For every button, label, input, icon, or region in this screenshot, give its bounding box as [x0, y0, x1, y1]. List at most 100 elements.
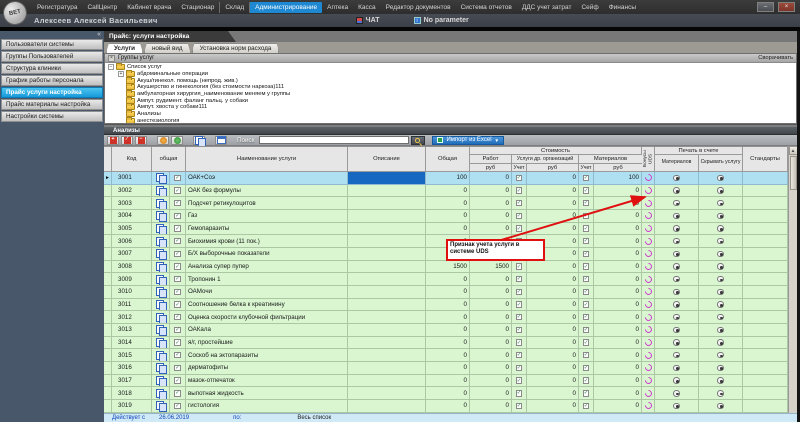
cell-standards[interactable] [743, 336, 788, 350]
print-materials-radio[interactable] [655, 210, 699, 223]
parameter-indicator[interactable]: i No parameter [413, 17, 469, 24]
row-selector[interactable] [104, 286, 112, 299]
row-selector[interactable] [104, 387, 112, 401]
uds-bonus-toggle[interactable] [642, 184, 655, 198]
hide-service-radio[interactable] [699, 172, 743, 185]
cell-total-cost[interactable]: 0 [426, 374, 470, 388]
menu-item[interactable]: Администрирование [249, 1, 323, 13]
cell-org-cost[interactable]: 0 [527, 374, 579, 388]
common-checkbox[interactable] [170, 172, 186, 185]
org-account-checkbox[interactable] [512, 184, 527, 198]
print-materials-radio[interactable] [655, 273, 699, 287]
uds-bonus-toggle[interactable] [642, 273, 655, 287]
collapse-node-icon[interactable]: − [108, 64, 114, 71]
chat-button[interactable]: ЧАТ [355, 17, 380, 24]
menu-item[interactable]: Стационар [176, 2, 219, 13]
common-checkbox[interactable] [170, 197, 186, 211]
cell-org-cost[interactable]: 0 [527, 184, 579, 198]
cell-description[interactable] [348, 400, 426, 413]
cell-org-cost[interactable]: 0 [527, 349, 579, 363]
cell-materials-cost[interactable]: 0 [594, 374, 642, 388]
header-standards[interactable]: Стандарты [743, 147, 788, 172]
cell-description[interactable] [348, 387, 426, 401]
row-selector[interactable] [104, 336, 112, 350]
sidebar-item[interactable]: Прайс услуги настройка [1, 87, 103, 98]
hide-service-radio[interactable] [699, 286, 743, 299]
common-checkbox[interactable] [170, 210, 186, 223]
cell-description[interactable] [348, 298, 426, 312]
table-row[interactable]: 3015 Соскоб на эктопаразиты 0 0 0 0 [104, 349, 788, 363]
cell-code[interactable]: 3005 [112, 222, 152, 236]
org-account-checkbox[interactable] [512, 349, 527, 363]
cell-service-name[interactable]: Тропонин 1 [186, 273, 348, 287]
common-checkbox[interactable] [170, 362, 186, 375]
print-materials-radio[interactable] [655, 298, 699, 312]
cell-total-cost[interactable]: 0 [426, 286, 470, 299]
header-org-services[interactable]: Услуги др. организаций Учет руб [512, 155, 579, 172]
cell-description[interactable] [348, 286, 426, 299]
grid-view-button[interactable] [215, 135, 227, 145]
print-materials-radio[interactable] [655, 374, 699, 388]
import-excel-button[interactable]: Импорт из Excel ▼ [432, 135, 505, 145]
print-materials-radio[interactable] [655, 387, 699, 401]
row-selector[interactable] [104, 248, 112, 261]
sidebar-item[interactable]: Прайс материалы настройка [1, 99, 103, 110]
header-uds-bonus[interactable]: Бонусы UDS [642, 147, 655, 172]
sidebar-item[interactable]: Настройки системы [1, 111, 103, 122]
menu-item[interactable]: Касса [353, 2, 381, 13]
panel-tab[interactable]: новый вид [144, 43, 191, 53]
cell-materials-cost[interactable]: 0 [594, 210, 642, 223]
uds-bonus-toggle[interactable] [642, 235, 655, 249]
cell-materials-cost[interactable]: 0 [594, 235, 642, 249]
cell-code[interactable]: 3014 [112, 336, 152, 350]
cell-standards[interactable] [743, 222, 788, 236]
materials-account-checkbox[interactable] [579, 197, 594, 211]
common-checkbox[interactable] [170, 336, 186, 350]
cell-service-name[interactable]: Оценка скорости клубочной фильтрации [186, 311, 348, 325]
org-account-checkbox[interactable] [512, 197, 527, 211]
vertical-scrollbar[interactable]: ▲ [788, 146, 797, 413]
cell-service-name[interactable]: Подсчет ретикулоцитов [186, 197, 348, 211]
uds-bonus-toggle[interactable] [642, 197, 655, 211]
service-copy-icon[interactable] [152, 222, 170, 236]
row-selector[interactable] [104, 235, 112, 249]
cell-description[interactable] [348, 210, 426, 223]
menu-item[interactable]: Регистратура [32, 2, 82, 13]
cell-standards[interactable] [743, 172, 788, 185]
org-account-checkbox[interactable] [512, 210, 527, 223]
cell-standards[interactable] [743, 184, 788, 198]
row-selector[interactable] [104, 197, 112, 211]
header-code[interactable]: Код [112, 147, 152, 172]
uds-bonus-toggle[interactable] [642, 222, 655, 236]
org-account-checkbox[interactable] [512, 172, 527, 185]
materials-account-checkbox[interactable] [579, 184, 594, 198]
tree-item[interactable]: + абдоминальные операции [108, 70, 796, 78]
cell-org-cost[interactable]: 0 [527, 172, 579, 185]
cell-code[interactable]: 3015 [112, 349, 152, 363]
cell-org-cost[interactable]: 0 [527, 324, 579, 337]
tree-root-item[interactable]: − Список услуг [108, 63, 796, 71]
cell-total-cost[interactable]: 0 [426, 387, 470, 401]
cell-description[interactable] [348, 235, 426, 249]
cell-org-cost[interactable]: 0 [527, 336, 579, 350]
cell-service-name[interactable]: Анализа супер пупер [186, 260, 348, 274]
cell-description[interactable] [348, 197, 426, 211]
tree-item[interactable]: + Акуш/гинекол. помощь (непрод. жив.) [108, 76, 796, 84]
uds-bonus-toggle[interactable] [642, 260, 655, 274]
sidebar-item[interactable]: Пользователи системы [1, 39, 103, 50]
cell-materials-cost[interactable]: 0 [594, 324, 642, 337]
row-selector[interactable] [104, 311, 112, 325]
valid-to-label[interactable]: по: [233, 415, 241, 421]
cell-work-cost[interactable]: 0 [470, 273, 512, 287]
cell-total-cost[interactable]: 0 [426, 311, 470, 325]
org-account-checkbox[interactable] [512, 260, 527, 274]
header-total[interactable]: Общая [426, 147, 470, 172]
cell-code[interactable]: 3003 [112, 197, 152, 211]
materials-account-checkbox[interactable] [579, 235, 594, 249]
tree-item[interactable]: + Ампут. хвоста у собаки111 [108, 103, 796, 111]
hide-service-radio[interactable] [699, 210, 743, 223]
cell-materials-cost[interactable]: 0 [594, 260, 642, 274]
edit-row-button[interactable]: ∕ [121, 135, 133, 145]
cell-service-name[interactable]: ОАКала [186, 324, 348, 337]
uds-bonus-toggle[interactable] [642, 311, 655, 325]
